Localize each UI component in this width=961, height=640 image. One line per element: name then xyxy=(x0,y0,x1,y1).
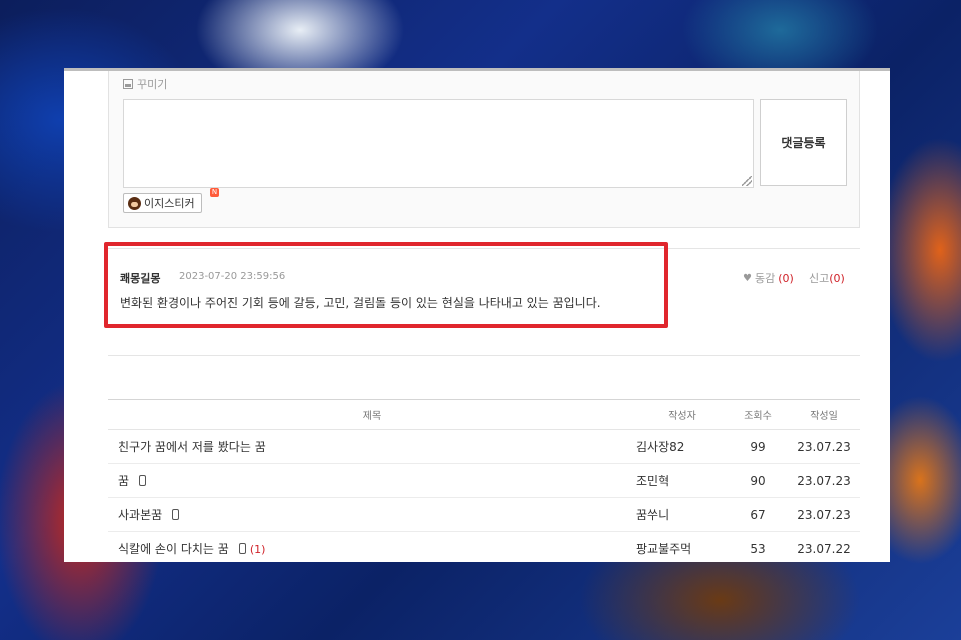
like-label: 동감 xyxy=(754,272,776,285)
report-count: (0) xyxy=(829,272,845,285)
post-date: 23.07.22 xyxy=(788,531,860,562)
decor-label: 꾸미기 xyxy=(137,78,168,91)
comment-item: 쾌몽길몽 2023-07-20 23:59:56 변화된 환경이나 주어진 기회… xyxy=(108,248,860,356)
header-date: 작성일 xyxy=(788,399,860,430)
submit-comment-button[interactable]: 댓글등록 xyxy=(760,99,847,186)
easy-sticker-button[interactable]: 이지스티커 N xyxy=(123,188,219,213)
post-author[interactable]: 조민혁 xyxy=(636,463,728,498)
post-title[interactable]: 꿈 xyxy=(118,474,129,488)
post-title-cell[interactable]: 사과본꿈 xyxy=(108,497,636,532)
post-views: 53 xyxy=(728,531,788,562)
sticker-face-icon xyxy=(128,196,141,210)
heart-icon: ♥ xyxy=(743,272,752,284)
post-author[interactable]: 김사장82 xyxy=(636,429,728,464)
resize-grip-icon[interactable] xyxy=(742,176,752,186)
report-label: 신고 xyxy=(809,272,830,285)
table-row[interactable]: 꿈 조민혁 90 23.07.23 xyxy=(108,463,860,498)
table-header-row: 제목 작성자 조회수 작성일 xyxy=(108,399,860,430)
header-title: 제목 xyxy=(108,399,636,430)
like-count: (0) xyxy=(778,271,794,285)
post-title-cell[interactable]: 꿈 xyxy=(108,463,636,498)
header-author: 작성자 xyxy=(636,399,728,430)
comment-date: 2023-07-20 23:59:56 xyxy=(179,271,286,282)
reply-count[interactable]: (1) xyxy=(250,543,266,556)
like-button[interactable]: ♥ 동감 (0) xyxy=(743,270,794,286)
post-date: 23.07.23 xyxy=(788,429,860,464)
table-row[interactable]: 식칼에 손이 다치는 꿈 (1) 팡교불주먹 53 23.07.22 xyxy=(108,531,860,562)
report-button[interactable]: 신고(0) xyxy=(809,270,845,286)
post-title[interactable]: 친구가 꿈에서 저를 봤다는 꿈 xyxy=(118,440,266,454)
post-views: 67 xyxy=(728,497,788,532)
post-date: 23.07.23 xyxy=(788,497,860,532)
comment-textarea[interactable] xyxy=(123,99,754,188)
decor-toggle[interactable]: 꾸미기 xyxy=(123,76,167,92)
post-date: 23.07.23 xyxy=(788,463,860,498)
table-row[interactable]: 친구가 꿈에서 저를 봤다는 꿈 김사장82 99 23.07.23 xyxy=(108,429,860,464)
mobile-icon xyxy=(139,475,147,486)
post-author[interactable]: 꿈쑤니 xyxy=(636,497,728,532)
post-list-table: 제목 작성자 조회수 작성일 친구가 꿈에서 저를 봤다는 꿈 김사장82 99… xyxy=(108,399,860,562)
comment-editor: 꾸미기 댓글등록 이지스티커 N xyxy=(108,71,860,228)
post-author[interactable]: 팡교불주먹 xyxy=(636,531,728,562)
new-badge: N xyxy=(210,188,219,197)
mobile-icon xyxy=(238,543,246,554)
sticker-label: 이지스티커 xyxy=(144,197,195,210)
table-row[interactable]: 사과본꿈 꿈쑤니 67 23.07.23 xyxy=(108,497,860,532)
board-panel: 꾸미기 댓글등록 이지스티커 N 쾌몽길몽 2023-07-20 23:59:5… xyxy=(64,68,890,562)
post-title[interactable]: 사과본꿈 xyxy=(118,508,162,522)
image-icon xyxy=(123,79,133,89)
post-title[interactable]: 식칼에 손이 다치는 꿈 xyxy=(118,542,229,556)
post-title-cell[interactable]: 친구가 꿈에서 저를 봤다는 꿈 xyxy=(108,429,636,464)
post-views: 90 xyxy=(728,463,788,498)
comment-body: 변화된 환경이나 주어진 기회 등에 갈등, 고민, 걸림돌 등이 있는 현실을… xyxy=(120,296,601,310)
post-views: 99 xyxy=(728,429,788,464)
post-title-cell[interactable]: 식칼에 손이 다치는 꿈 (1) xyxy=(108,531,636,562)
header-views: 조회수 xyxy=(728,399,788,430)
comment-author[interactable]: 쾌몽길몽 xyxy=(120,270,160,286)
mobile-icon xyxy=(172,509,180,520)
